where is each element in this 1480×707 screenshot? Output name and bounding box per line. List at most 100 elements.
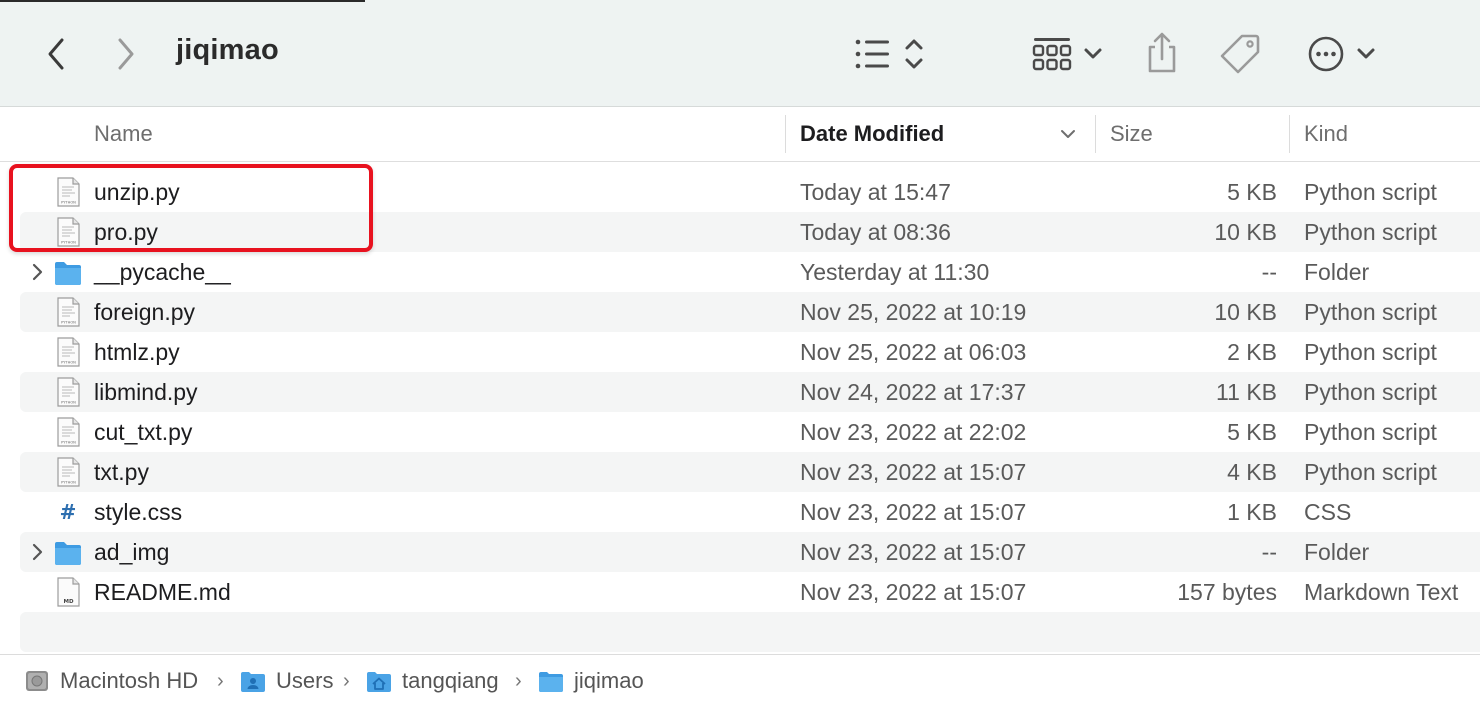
file-date: Today at 08:36 <box>800 219 951 245</box>
list-view-icon <box>855 39 923 69</box>
svg-text:PYTHON: PYTHON <box>61 481 76 485</box>
forward-button[interactable] <box>106 34 146 74</box>
python-file-icon: PYTHON <box>57 337 80 367</box>
chevron-right-icon: › <box>515 669 522 692</box>
file-date: Nov 23, 2022 at 15:07 <box>800 499 1027 525</box>
path-item-users[interactable]: Users <box>240 655 333 707</box>
chevron-right-icon: › <box>343 669 350 692</box>
svg-text:PYTHON: PYTHON <box>61 401 76 405</box>
file-row[interactable]: PYTHON cut_txt.py Nov 23, 2022 at 22:02 … <box>20 412 1480 452</box>
tag-icon <box>1220 34 1260 74</box>
path-item-jiqimao[interactable]: jiqimao <box>538 655 644 707</box>
file-date: Nov 25, 2022 at 10:19 <box>800 299 1027 325</box>
file-row[interactable]: ad_img Nov 23, 2022 at 15:07 -- Folder <box>20 532 1480 572</box>
column-name[interactable]: Name <box>94 107 153 161</box>
path-item-label: jiqimao <box>574 668 644 693</box>
file-row[interactable]: __pycache__ Yesterday at 11:30 -- Folder <box>20 252 1480 292</box>
tag-button[interactable] <box>1218 30 1264 76</box>
view-mode-button[interactable] <box>852 34 932 74</box>
file-size: 2 KB <box>1227 339 1277 365</box>
chevron-right-icon <box>118 38 134 70</box>
file-date: Nov 23, 2022 at 22:02 <box>800 419 1027 445</box>
group-button[interactable] <box>1030 34 1106 74</box>
toolbar: jiqimao <box>0 0 1480 107</box>
tab-indicator <box>0 0 365 2</box>
file-size: 1 KB <box>1227 499 1277 525</box>
file-date: Nov 25, 2022 at 06:03 <box>800 339 1027 365</box>
share-button[interactable] <box>1142 30 1182 76</box>
file-name: foreign.py <box>94 299 196 325</box>
file-size: -- <box>1261 539 1277 565</box>
file-row[interactable]: PYTHON foreign.py Nov 25, 2022 at 10:19 … <box>20 292 1480 332</box>
path-bar: Macintosh HD › Users › tangqiang › jiqim… <box>0 654 1480 707</box>
file-row[interactable]: PYTHON htmlz.py Nov 25, 2022 at 06:03 2 … <box>20 332 1480 372</box>
file-kind: CSS <box>1304 499 1352 525</box>
file-kind: Python script <box>1304 339 1437 365</box>
file-name: txt.py <box>94 459 149 485</box>
file-row[interactable]: PYTHON txt.py Nov 23, 2022 at 15:07 4 KB… <box>20 452 1480 492</box>
grid-group-icon <box>1032 38 1102 71</box>
more-actions-button[interactable] <box>1306 34 1380 74</box>
column-date-modified[interactable]: Date Modified <box>800 107 1080 161</box>
chevron-right-icon: › <box>217 669 224 692</box>
column-date-label: Date Modified <box>800 121 945 146</box>
folder-icon <box>55 542 81 565</box>
back-button[interactable] <box>36 34 76 74</box>
path-item-label: Macintosh HD <box>60 668 199 693</box>
svg-text:PYTHON: PYTHON <box>61 361 76 365</box>
path-item-tangqiang[interactable]: tangqiang <box>366 655 499 707</box>
column-divider[interactable] <box>1095 115 1096 153</box>
file-size: 10 KB <box>1214 299 1277 325</box>
file-size: 5 KB <box>1227 179 1277 205</box>
file-kind: Markdown Text <box>1304 579 1459 605</box>
empty-row <box>20 612 1480 652</box>
markdown-file-icon: MD <box>57 577 80 607</box>
file-date: Nov 23, 2022 at 15:07 <box>800 579 1027 605</box>
column-size-label: Size <box>1110 121 1153 146</box>
column-divider[interactable] <box>785 115 786 153</box>
file-row[interactable]: PYTHON libmind.py Nov 24, 2022 at 17:37 … <box>20 372 1480 412</box>
folder-icon <box>539 672 563 692</box>
path-item-label: tangqiang <box>402 668 499 693</box>
python-file-icon: PYTHON <box>57 297 80 327</box>
file-name: htmlz.py <box>94 339 180 365</box>
file-kind: Python script <box>1304 179 1437 205</box>
file-date: Nov 23, 2022 at 15:07 <box>800 459 1027 485</box>
column-name-label: Name <box>94 121 153 146</box>
file-date: Today at 15:47 <box>800 179 951 205</box>
disclosure-triangle-icon[interactable] <box>30 262 44 282</box>
hard-drive-icon <box>26 671 48 691</box>
file-kind: Python script <box>1304 219 1437 245</box>
file-size: 4 KB <box>1227 459 1277 485</box>
python-file-icon: PYTHON <box>57 417 80 447</box>
python-file-icon: PYTHON <box>57 377 80 407</box>
file-date: Nov 23, 2022 at 15:07 <box>800 539 1027 565</box>
file-size: 11 KB <box>1216 379 1277 405</box>
svg-text:PYTHON: PYTHON <box>61 321 76 325</box>
file-row[interactable]: MD README.md Nov 23, 2022 at 15:07 157 b… <box>20 572 1480 612</box>
file-date: Yesterday at 11:30 <box>800 259 990 285</box>
file-kind: Python script <box>1304 299 1437 325</box>
file-name: libmind.py <box>94 379 198 405</box>
file-size: 10 KB <box>1214 219 1277 245</box>
column-kind-label: Kind <box>1304 121 1349 146</box>
column-kind[interactable]: Kind <box>1304 107 1348 161</box>
path-item-label: Users <box>276 668 334 693</box>
file-name: __pycache__ <box>94 259 231 285</box>
file-size: 5 KB <box>1227 419 1277 445</box>
selection-highlight-box <box>9 164 373 252</box>
file-kind: Python script <box>1304 419 1437 445</box>
column-size[interactable]: Size <box>1110 107 1153 161</box>
file-row[interactable]: # style.css Nov 23, 2022 at 15:07 1 KB C… <box>20 492 1480 532</box>
folder-icon <box>55 262 81 285</box>
file-size: 157 bytes <box>1177 579 1277 605</box>
file-name: cut_txt.py <box>94 419 193 445</box>
file-date: Nov 24, 2022 at 17:37 <box>800 379 1027 405</box>
file-size: -- <box>1261 259 1277 285</box>
disclosure-triangle-icon[interactable] <box>30 542 44 562</box>
svg-text:MD: MD <box>63 599 73 605</box>
path-item-macintosh-hd[interactable]: Macintosh HD <box>24 655 198 707</box>
svg-text:#: # <box>60 500 77 524</box>
column-divider[interactable] <box>1289 115 1290 153</box>
window-title: jiqimao <box>176 34 279 66</box>
